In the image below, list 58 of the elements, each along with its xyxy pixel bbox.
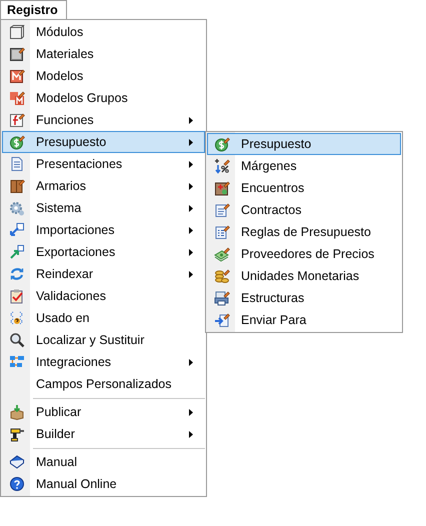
network-icon bbox=[9, 354, 25, 370]
cube-icon bbox=[9, 24, 25, 40]
magnifier-icon bbox=[9, 332, 25, 348]
menu-item[interactable]: Presentaciones bbox=[2, 153, 205, 175]
percent-icon bbox=[214, 158, 230, 174]
money-icon bbox=[214, 136, 230, 152]
menu-item[interactable]: Usado en bbox=[2, 307, 205, 329]
menu-item[interactable]: Módulos bbox=[2, 21, 205, 43]
send-document-icon bbox=[214, 312, 230, 328]
function-icon bbox=[9, 112, 25, 128]
help-icon bbox=[9, 476, 25, 492]
menu-item[interactable]: Enviar Para bbox=[207, 309, 401, 331]
menu-item[interactable]: Modelos bbox=[2, 65, 205, 87]
coins-icon bbox=[214, 268, 230, 284]
package-icon bbox=[9, 404, 25, 420]
menu-item[interactable]: Márgenes bbox=[207, 155, 401, 177]
gear-icon bbox=[9, 200, 25, 216]
cabinet-icon bbox=[9, 178, 25, 194]
menu-item[interactable]: Proveedores de Precios bbox=[207, 243, 401, 265]
menu-item[interactable]: Encuentros bbox=[207, 177, 401, 199]
menu-item[interactable]: Sistema bbox=[2, 197, 205, 219]
document-icon bbox=[9, 156, 25, 172]
document-icon bbox=[214, 202, 230, 218]
menu-item[interactable]: Exportaciones bbox=[2, 241, 205, 263]
menu-item[interactable]: Publicar bbox=[2, 401, 205, 423]
menu-item[interactable]: Reindexar bbox=[2, 263, 205, 285]
menu-item[interactable]: Builder bbox=[2, 423, 205, 445]
menu-item[interactable]: Presupuesto bbox=[207, 133, 401, 155]
menu-item[interactable]: Materiales bbox=[2, 43, 205, 65]
menu-item[interactable]: Modelos Grupos bbox=[2, 87, 205, 109]
refresh-icon bbox=[9, 266, 25, 282]
menu-item[interactable]: Reglas de Presupuesto bbox=[207, 221, 401, 243]
import-icon bbox=[9, 222, 25, 238]
material-icon bbox=[9, 46, 25, 62]
clipboard-check-icon bbox=[9, 288, 25, 304]
banknotes-icon bbox=[214, 246, 230, 262]
menu-item[interactable]: Contractos bbox=[207, 199, 401, 221]
menu-item[interactable]: Localizar y Sustituir bbox=[2, 329, 205, 351]
menu-item[interactable]: Campos Personalizados bbox=[2, 373, 205, 395]
menu-item[interactable]: Manual Online bbox=[2, 473, 205, 495]
list-document-icon bbox=[214, 224, 230, 240]
menu-item[interactable]: Importaciones bbox=[2, 219, 205, 241]
menu-item[interactable]: Manual bbox=[2, 451, 205, 473]
menu-bar-tab[interactable]: Registro bbox=[0, 0, 67, 20]
money-icon bbox=[9, 134, 25, 150]
menu-item[interactable]: Funciones bbox=[2, 109, 205, 131]
menu-item[interactable]: Validaciones bbox=[2, 285, 205, 307]
question-mark-icon bbox=[9, 310, 25, 326]
printer-icon bbox=[214, 290, 230, 306]
model-icon bbox=[9, 68, 25, 84]
drill-icon bbox=[9, 426, 25, 442]
menu-item[interactable]: Presupuesto bbox=[2, 131, 205, 153]
menu-item[interactable]: Armarios bbox=[2, 175, 205, 197]
export-icon bbox=[9, 244, 25, 260]
menu-item[interactable]: Unidades Monetarias bbox=[207, 265, 401, 287]
menu-item[interactable]: Integraciones bbox=[2, 351, 205, 373]
menu-item[interactable]: Estructuras bbox=[207, 287, 401, 309]
models-icon bbox=[9, 90, 25, 106]
